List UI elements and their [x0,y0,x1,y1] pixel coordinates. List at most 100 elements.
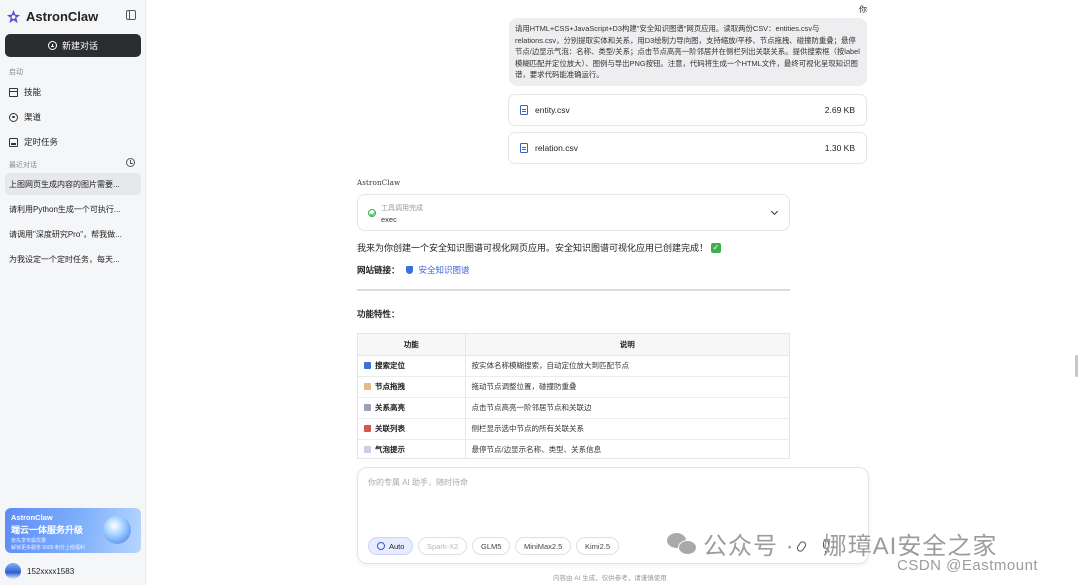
feature-cell: 关系高亮 [358,397,466,419]
conversation-item[interactable]: 请利用Python生成一个可执行... [5,198,141,220]
magnifier-icon [364,362,371,369]
feature-cell: 搜索定位 [358,355,466,377]
sidebar-item-label: 渠道 [24,112,42,122]
sidebar-collapse-icon[interactable] [126,10,136,20]
model-chip-label: Kimi2.5 [585,541,611,551]
sparkle-icon [377,542,385,550]
sidebar-item-channels[interactable]: 渠道 [9,111,41,123]
feature-label: 搜索定位 [375,361,405,370]
plus-circle-icon [47,41,57,50]
model-chip-kimi[interactable]: Kimi2.5 [576,537,620,555]
wechat-watermark: 公众号 · 娜璋AI安全之家 [667,526,997,561]
file-icon [520,143,528,153]
feature-label: 气泡提示 [375,445,405,454]
description-cell: 点击节点高亮一阶邻居节点和关联边 [465,397,789,419]
ai-disclaimer: 内容由 AI 生成，仅供参考，请谨慎使用 [553,575,667,582]
conversation-item[interactable]: 请调用"深度研究Pro"，帮我做... [5,223,141,245]
table-header-feature: 功能 [358,334,466,356]
attachment-size: 1.30 KB [824,143,855,153]
assistant-reply: 我来为你创建一个安全知识图谱可视化网页应用。安全知识图谱可视化应用已创建完成！ … [357,241,722,254]
description-cell: 按实体名称模糊搜索，自动定位放大到匹配节点 [465,355,789,377]
assistant-reply-text: 我来为你创建一个安全知识图谱可视化网页应用。安全知识图谱可视化应用已创建完成！ [357,243,709,253]
new-chat-label: 新建对话 [61,41,98,51]
model-chip-spark[interactable]: Spark-X2 [418,537,468,555]
tool-call-title: 工具调用完成 [381,205,423,212]
attachment-card[interactable]: relation.csv 1.30 KB [508,132,867,164]
task-icon [9,137,18,147]
check-mark-icon: ✓ [711,242,722,253]
attachment-card[interactable]: entity.csv 2.69 KB [508,94,867,126]
attachment-name: entity.csv [535,105,570,115]
promo-line-2: 解锁更多服务 5000 积分上线福利 [11,544,85,551]
astronclaw-logo-icon [6,9,21,24]
history-clock-icon[interactable] [126,158,135,167]
model-chip-minimax[interactable]: MiniMax2.5 [515,537,572,555]
feature-label: 节点拖拽 [375,382,405,391]
table-header-description: 说明 [465,334,789,356]
site-link-row: 网站链接： 安全知识图谱 [357,264,470,276]
watermark-wechat-text: 公众号 · [703,533,795,560]
tool-call-name: exec [381,215,397,224]
user-message-bubble: 请用HTML+CSS+JavaScript+D3构建"安全知识图谱"网页应用。读… [509,18,867,86]
avatar [5,563,21,579]
wechat-icon [667,532,697,555]
promo-badge-icon [103,516,131,544]
conversation-item[interactable]: 上图网页生成内容的图片需要... [5,173,141,195]
user-label: 你 [859,5,867,14]
model-chip-glm[interactable]: GLM5 [472,537,511,555]
skill-icon [9,87,18,97]
table-row: 关系高亮 点击节点高亮一阶邻居节点和关联边 [358,397,789,419]
table-row: 节点拖拽 拖动节点调整位置，碰撞防重叠 [358,376,789,398]
table-row: 气泡提示 悬停节点/边显示名称、类型、关系信息 [358,439,789,458]
user-name: 152xxxx1583 [27,566,75,576]
model-chip-label: GLM5 [481,541,502,551]
new-chat-button[interactable]: 新建对话 [5,34,141,57]
sidebar: AstronClaw 新建对话 启动 技能 渠道 定时任务 最近对话 上图网页生… [0,0,146,585]
model-chip-label: Spark-X2 [427,541,459,551]
link-icon [364,404,371,411]
brand[interactable]: AstronClaw [6,9,98,24]
csdn-watermark: CSDN @Eastmount [897,557,1039,574]
description-cell: 拖动节点调整位置，碰撞防重叠 [465,376,789,398]
watermark-account: 娜璋AI安全之家 [822,533,998,560]
feature-label: 关联列表 [375,424,405,433]
message-input[interactable] [368,478,788,487]
sidebar-item-label: 定时任务 [24,137,59,147]
user-account[interactable]: 152xxxx1583 [5,563,74,579]
channel-icon [9,112,18,122]
brand-name: AstronClaw [26,9,99,24]
scrollbar[interactable] [1075,355,1078,377]
sidebar-item-scheduled-tasks[interactable]: 定时任务 [9,136,58,148]
promo-banner[interactable]: AstronClaw 端云一体服务升级 抢先享专属优惠 解锁更多服务 5000 … [5,508,141,553]
hand-icon [364,383,371,390]
feature-label: 关系高亮 [375,403,405,412]
feature-cell: 气泡提示 [358,439,466,458]
tool-call-card[interactable]: 工具调用完成 exec [357,194,790,231]
features-heading: 功能特性： [357,309,400,319]
recent-section-label: 最近对话 [9,162,37,169]
file-icon [520,105,528,115]
check-circle-icon [368,209,376,217]
attachment-name: relation.csv [535,143,578,153]
chevron-down-icon[interactable] [770,207,779,216]
assistant-name: AstronClaw [357,179,401,187]
conversation-item[interactable]: 为我设定一个定时任务，每天... [5,248,141,270]
features-table: 功能 说明 搜索定位 按实体名称模糊搜索，自动定位放大到匹配节点节点拖拽 拖动节点调… [357,333,790,459]
model-chip-label: MiniMax2.5 [524,541,563,551]
feature-cell: 节点拖拽 [358,376,466,398]
shield-icon [405,266,413,274]
list-icon [364,425,371,432]
sidebar-item-skills[interactable]: 技能 [9,86,41,98]
divider [357,289,790,291]
table-row: 搜索定位 按实体名称模糊搜索，自动定位放大到匹配节点 [358,355,789,377]
start-section-label: 启动 [9,69,23,76]
site-link-label: 网站链接： [357,265,400,275]
feature-cell: 关联列表 [358,418,466,440]
site-link[interactable]: 安全知识图谱 [419,264,470,276]
sidebar-item-label: 技能 [24,87,42,97]
description-cell: 侧栏显示选中节点的所有关联关系 [465,418,789,440]
model-chip-label: Auto [389,541,405,551]
description-cell: 悬停节点/边显示名称、类型、关系信息 [465,439,789,458]
speech-bubble-icon [364,446,371,453]
model-chip-auto[interactable]: Auto [368,537,414,555]
